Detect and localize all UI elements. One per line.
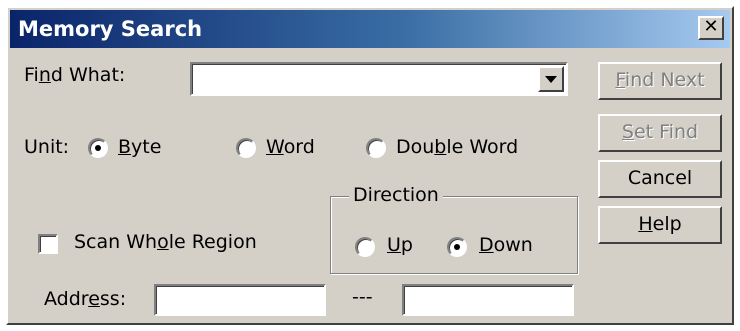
chevron-down-icon: [545, 76, 557, 83]
direction-up-label[interactable]: Up: [387, 234, 413, 256]
title-bar[interactable]: Memory Search ✕: [10, 10, 730, 48]
close-button[interactable]: ✕: [698, 16, 724, 40]
unit-double-word-label[interactable]: Double Word: [396, 136, 518, 158]
radio-dot-icon: [454, 244, 460, 250]
close-icon: ✕: [703, 16, 719, 37]
address-from-input[interactable]: [154, 284, 326, 316]
direction-group-label: Direction: [349, 184, 443, 206]
unit-word-label[interactable]: Word: [266, 136, 315, 158]
unit-double-word-radio[interactable]: [366, 138, 386, 158]
find-next-button[interactable]: Find Next: [598, 62, 722, 100]
find-what-combobox[interactable]: [190, 62, 568, 96]
unit-word-radio[interactable]: [236, 138, 256, 158]
find-what-dropdown-button[interactable]: [538, 66, 564, 92]
unit-byte-radio[interactable]: [88, 138, 108, 158]
help-button[interactable]: Help: [598, 206, 722, 244]
find-what-label: Find What:: [24, 64, 126, 86]
radio-dot-icon: [95, 145, 101, 151]
unit-byte-label[interactable]: Byte: [118, 136, 161, 158]
set-find-button[interactable]: Set Find: [598, 114, 722, 152]
direction-down-radio[interactable]: [447, 237, 467, 257]
scan-whole-region-label[interactable]: Scan Whole Region: [74, 231, 257, 253]
direction-groupbox: Direction Up Down: [330, 184, 578, 274]
unit-label: Unit:: [24, 136, 70, 158]
address-separator: ---: [352, 286, 373, 308]
cancel-button[interactable]: Cancel: [598, 160, 722, 198]
address-to-input[interactable]: [402, 284, 574, 316]
memory-search-dialog: Memory Search ✕ Find What: Unit: Byte Wo…: [6, 6, 734, 325]
address-label: Address:: [44, 288, 127, 310]
direction-down-label[interactable]: Down: [479, 234, 533, 256]
scan-whole-region-checkbox[interactable]: [38, 234, 58, 254]
direction-up-radio[interactable]: [355, 237, 375, 257]
dialog-title: Memory Search: [18, 17, 203, 41]
